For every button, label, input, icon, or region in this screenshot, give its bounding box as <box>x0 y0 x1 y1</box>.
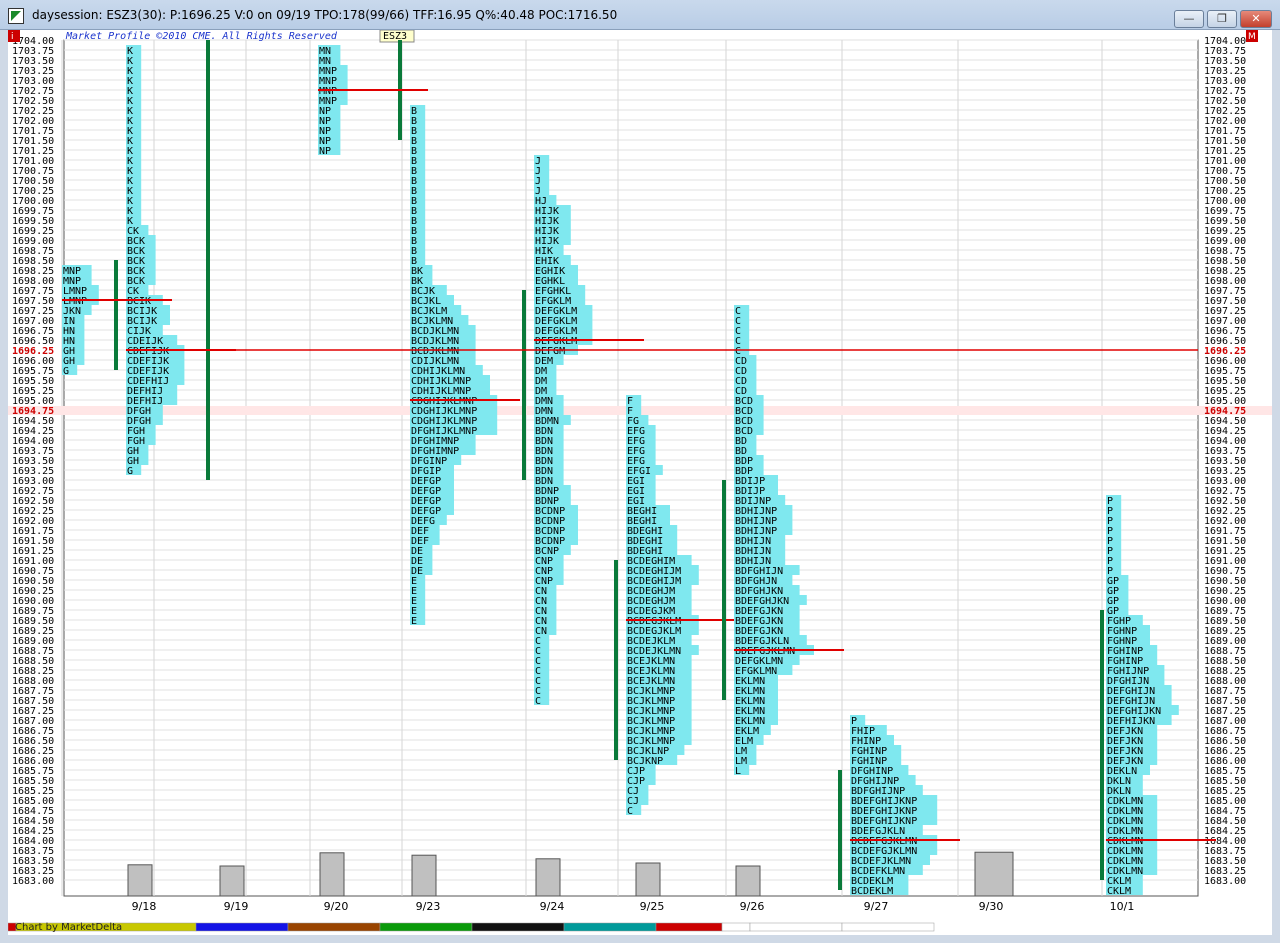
price-tick-label-right: 1683.00 <box>1204 876 1246 887</box>
session-date-label: 9/27 <box>864 900 889 913</box>
app-icon <box>8 8 24 24</box>
color-legend-swatch <box>655 922 723 932</box>
minimize-button[interactable]: — <box>1174 10 1204 28</box>
chart-canvas: 1704.00 1704.001703.75 1703.751703.50 1703.… <box>8 30 1272 935</box>
tpo-letters: BCDEKLM <box>851 886 893 897</box>
tpo-letters: C <box>627 806 633 817</box>
right-marker: M <box>1248 32 1256 42</box>
color-legend-swatch <box>471 922 565 932</box>
volume-bar <box>319 852 345 897</box>
color-legend-swatch <box>287 922 381 932</box>
color-legend-swatch <box>563 922 657 932</box>
session-date-label: 9/25 <box>640 900 665 913</box>
session-date-label: 9/19 <box>224 900 249 913</box>
symbol-label: ESZ3 <box>383 31 407 42</box>
maximize-button[interactable]: ❐ <box>1207 10 1237 28</box>
close-button[interactable]: ✕ <box>1240 10 1272 28</box>
tpo-letters: G <box>63 366 69 377</box>
left-marker-box <box>8 30 20 42</box>
color-legend-swatch <box>749 922 843 932</box>
left-marker: i <box>11 32 14 42</box>
color-legend-swatch <box>379 922 473 932</box>
color-legend-swatch <box>195 922 289 932</box>
price-tick-label-left: 1683.00 <box>12 876 54 887</box>
tpo-letters: NP <box>319 146 331 157</box>
tpo-letters: CKLM <box>1107 886 1131 897</box>
volume-bar <box>635 862 661 897</box>
volume-bar <box>219 865 245 897</box>
tpo-letters: C <box>535 696 541 707</box>
window-titlebar: daysession: ESZ3(30): P:1696.25 V:0 on 0… <box>0 0 1280 30</box>
chart-credit: Chart by MarketDelta <box>15 922 123 933</box>
session-date-label: 9/26 <box>740 900 765 913</box>
volume-bar <box>127 864 153 897</box>
tpo-letters: E <box>411 616 417 627</box>
session-date-label: 9/30 <box>979 900 1004 913</box>
tpo-letters: G <box>127 466 133 477</box>
volume-bar <box>535 858 561 897</box>
volume-bar <box>735 865 761 897</box>
copyright-label: Market Profile ©2010 CME. All Rights Res… <box>65 31 338 42</box>
session-date-label: 9/18 <box>132 900 157 913</box>
window-title: daysession: ESZ3(30): P:1696.25 V:0 on 0… <box>32 8 618 22</box>
market-profile-chart[interactable]: 1704.00 1704.00 1703.75 1703.75 1703.50 1703.… <box>8 30 1272 935</box>
session-date-label: 9/24 <box>540 900 565 913</box>
tpo-letters: L <box>735 766 741 777</box>
session-date-label: 9/23 <box>416 900 441 913</box>
color-legend-swatch <box>841 922 935 932</box>
session-date-label: 9/20 <box>324 900 349 913</box>
volume-bar <box>974 851 1014 897</box>
volume-bar <box>411 854 437 897</box>
session-date-label: 10/1 <box>1110 900 1135 913</box>
color-legend-swatch <box>721 922 751 932</box>
